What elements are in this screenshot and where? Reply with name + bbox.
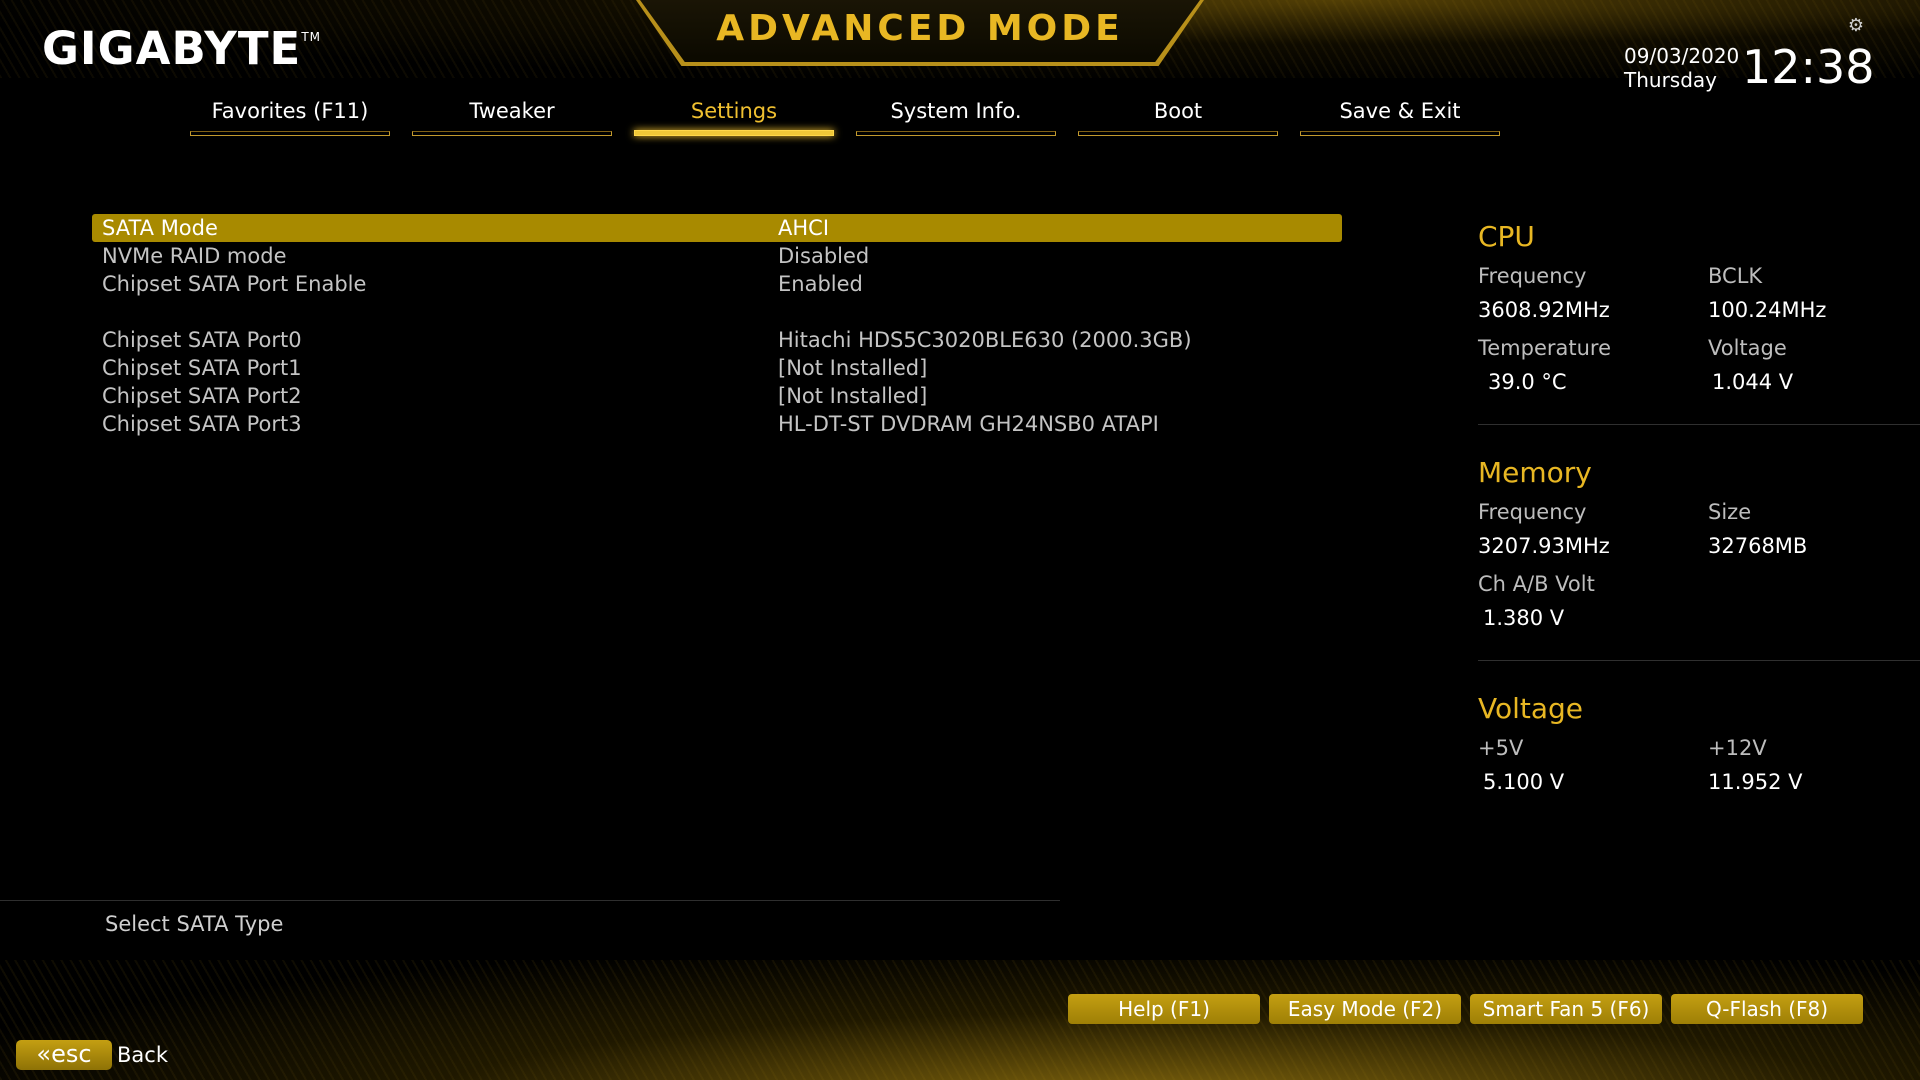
tab-label: Settings: [690, 99, 778, 123]
cpu-bclk-label: BCLK: [1708, 264, 1763, 288]
tab-settings[interactable]: Settings: [634, 96, 834, 136]
gear-icon[interactable]: ⚙: [1846, 16, 1866, 36]
setting-row-port0: Chipset SATA Port0 Hitachi HDS5C3020BLE6…: [92, 326, 1342, 354]
setting-row-sata-port-enable[interactable]: Chipset SATA Port Enable Enabled: [92, 270, 1342, 298]
mode-title: ADVANCED MODE: [716, 8, 1124, 49]
tab-tweaker[interactable]: Tweaker: [412, 96, 612, 136]
voltage-12v-label: +12V: [1708, 736, 1767, 760]
setting-label: NVMe RAID mode: [102, 244, 287, 268]
cpu-bclk-value: 100.24MHz: [1708, 298, 1827, 322]
help-divider: [0, 900, 1060, 901]
tab-boot[interactable]: Boot: [1078, 96, 1278, 136]
tab-underline-active: [634, 130, 834, 136]
voltage-5v-value: 5.100 V: [1483, 770, 1565, 794]
tab-underline: [1300, 131, 1500, 136]
tab-label: Tweaker: [469, 99, 555, 123]
back-label: Back: [117, 1043, 168, 1067]
tab-system-info[interactable]: System Info.: [856, 96, 1056, 136]
date-display: 09/03/2020 Thursday: [1624, 44, 1739, 92]
setting-value: [Not Installed]: [778, 356, 928, 380]
tab-label: Favorites (F11): [211, 99, 369, 123]
tab-underline: [1078, 131, 1278, 136]
brand-name: GIGABYTE: [42, 22, 302, 75]
q-flash-button[interactable]: Q-Flash (F8): [1671, 994, 1863, 1024]
day-text: Thursday: [1624, 68, 1717, 92]
setting-row-port1: Chipset SATA Port1 [Not Installed]: [92, 354, 1342, 382]
setting-row-sata-mode[interactable]: SATA Mode AHCI: [92, 214, 1342, 242]
voltage-12v-value: 11.952 V: [1708, 770, 1803, 794]
clock-time: 12:38: [1742, 40, 1875, 94]
date-text: 09/03/2020: [1624, 44, 1740, 68]
tab-label: Boot: [1153, 99, 1203, 123]
setting-label: SATA Mode: [102, 216, 218, 240]
cpu-temperature-value: 39.0 °C: [1488, 370, 1567, 394]
tab-underline: [190, 131, 390, 136]
setting-label: Chipset SATA Port1: [102, 356, 302, 380]
tab-label: Save & Exit: [1339, 99, 1461, 123]
setting-row-nvme-raid[interactable]: NVMe RAID mode Disabled: [92, 242, 1342, 270]
memory-section-title: Memory: [1478, 456, 1592, 489]
setting-value[interactable]: Disabled: [778, 242, 869, 270]
memory-chab-volt-label: Ch A/B Volt: [1478, 572, 1595, 596]
esc-label: esc: [51, 1040, 92, 1068]
memory-frequency-value: 3207.93MHz: [1478, 534, 1610, 558]
cpu-section-title: CPU: [1478, 220, 1535, 253]
setting-row-port2: Chipset SATA Port2 [Not Installed]: [92, 382, 1342, 410]
help-button[interactable]: Help (F1): [1068, 994, 1260, 1024]
help-description: Select SATA Type: [105, 912, 284, 936]
voltage-5v-label: +5V: [1478, 736, 1524, 760]
tab-underline: [412, 131, 612, 136]
tab-underline: [856, 131, 1056, 136]
gigabyte-logo: GIGABYTETM: [42, 22, 321, 75]
setting-label: Chipset SATA Port Enable: [102, 272, 367, 296]
voltage-section-title: Voltage: [1478, 692, 1584, 725]
setting-value: HL-DT-ST DVDRAM GH24NSB0 ATAPI: [778, 412, 1159, 436]
easy-mode-button[interactable]: Easy Mode (F2): [1269, 994, 1461, 1024]
cpu-frequency-value: 3608.92MHz: [1478, 298, 1610, 322]
setting-row-port3: Chipset SATA Port3 HL-DT-ST DVDRAM GH24N…: [92, 410, 1342, 438]
setting-value: [Not Installed]: [778, 384, 928, 408]
setting-value[interactable]: Enabled: [778, 270, 863, 298]
section-divider: [1478, 424, 1920, 425]
memory-frequency-label: Frequency: [1478, 500, 1587, 524]
memory-size-value: 32768MB: [1708, 534, 1808, 558]
setting-label: Chipset SATA Port3: [102, 412, 302, 436]
esc-back-button[interactable]: «esc: [16, 1040, 112, 1070]
trademark: TM: [301, 30, 321, 44]
setting-label: Chipset SATA Port2: [102, 384, 302, 408]
cpu-temperature-label: Temperature: [1478, 336, 1612, 360]
tab-label: System Info.: [890, 99, 1022, 123]
section-divider: [1478, 660, 1920, 661]
memory-chab-volt-value: 1.380 V: [1483, 606, 1565, 630]
cpu-voltage-value: 1.044 V: [1712, 370, 1794, 394]
double-chevron-left-icon: «: [36, 1040, 52, 1068]
setting-value: Hitachi HDS5C3020BLE630 (2000.3GB): [778, 328, 1192, 352]
setting-label: Chipset SATA Port0: [102, 328, 302, 352]
tab-favorites[interactable]: Favorites (F11): [190, 96, 390, 136]
memory-size-label: Size: [1708, 500, 1752, 524]
smart-fan-button[interactable]: Smart Fan 5 (F6): [1470, 994, 1662, 1024]
cpu-frequency-label: Frequency: [1478, 264, 1587, 288]
tab-save-exit[interactable]: Save & Exit: [1300, 96, 1500, 136]
cpu-voltage-label: Voltage: [1708, 336, 1787, 360]
setting-value[interactable]: AHCI: [778, 214, 829, 242]
